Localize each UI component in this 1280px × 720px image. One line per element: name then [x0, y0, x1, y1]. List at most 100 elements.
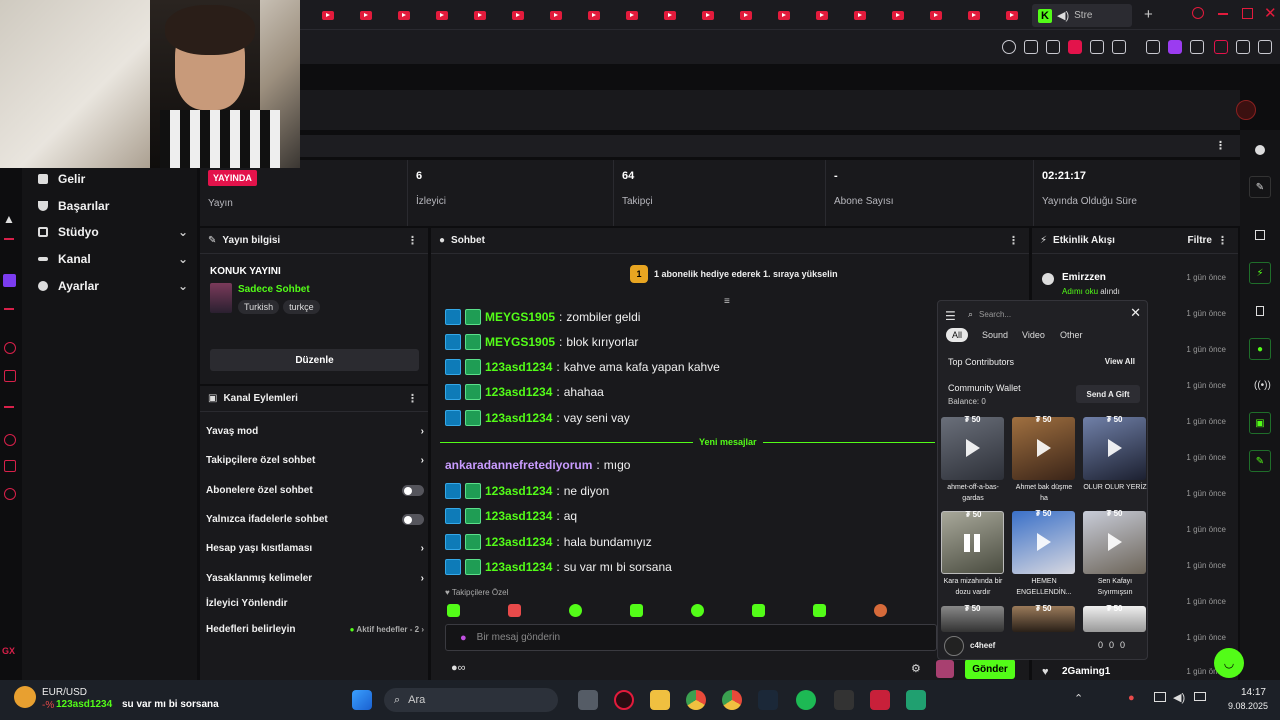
filter-all[interactable]: All	[946, 328, 969, 342]
close-icon[interactable]: ✕	[1264, 4, 1277, 22]
user-avatar[interactable]	[1236, 100, 1256, 120]
action-emote-only[interactable]: Yalnızca ifadelerle sohbet	[206, 514, 424, 525]
more-options-icon[interactable]: ⋮	[1215, 139, 1226, 152]
sidebar-item-gelir[interactable]: Gelir	[38, 172, 188, 186]
emote-icon[interactable]	[508, 604, 521, 617]
activity-username[interactable]: Emirzzen	[1062, 272, 1106, 283]
browser-tab[interactable]	[588, 7, 610, 23]
chat-username[interactable]: MEYGS1905	[485, 310, 555, 324]
pin-icon[interactable]	[1024, 40, 1038, 54]
filter-video[interactable]: Video	[1016, 328, 1051, 342]
category-link[interactable]: Sadece Sohbet	[238, 284, 310, 295]
tray-chevron-icon[interactable]: ⌃	[1074, 692, 1083, 705]
qr-icon[interactable]	[1146, 40, 1160, 54]
sound-item[interactable]: ₮ 50	[1083, 604, 1146, 632]
chat-username[interactable]: 123asd1234	[485, 385, 552, 399]
browser-tab[interactable]	[702, 7, 724, 23]
sound-item[interactable]: ₮ 50	[1083, 415, 1146, 480]
sidebar-item-basarilar[interactable]: Başarılar	[38, 199, 188, 213]
more-options-icon[interactable]: ⋮	[407, 234, 418, 247]
search-icon[interactable]	[1192, 7, 1204, 19]
sound-item[interactable]: ₮ 50	[941, 604, 1004, 632]
action-banned-words[interactable]: Yasaklanmış kelimeler ›	[206, 573, 424, 584]
spotify-icon[interactable]	[796, 690, 816, 710]
kick-shortcut-icon[interactable]: ▲	[3, 212, 15, 226]
folder-icon[interactable]	[4, 370, 16, 382]
fullscreen-icon[interactable]	[1255, 230, 1265, 240]
action-raid[interactable]: İzleyici Yönlendir	[206, 598, 424, 609]
cube-icon[interactable]	[4, 460, 16, 472]
filter-sound[interactable]: Sound	[976, 328, 1014, 342]
browser-tab[interactable]	[816, 7, 838, 23]
gx-icon[interactable]: GX	[2, 646, 15, 656]
more-options-icon[interactable]: ⋮	[407, 392, 418, 405]
video-icon[interactable]: ▣	[1249, 412, 1271, 434]
microphone-icon[interactable]: ●	[1128, 692, 1135, 704]
emote-icon[interactable]	[691, 604, 704, 617]
steam-icon[interactable]	[758, 690, 778, 710]
menu-icon[interactable]	[1258, 40, 1272, 54]
chat-username[interactable]: 123asd1234	[485, 509, 552, 523]
send-gift-button[interactable]: Send A Gift	[1076, 385, 1140, 403]
browser-tab[interactable]	[360, 7, 382, 23]
sound-item[interactable]: ₮ 50	[1012, 415, 1075, 480]
clock-date[interactable]: 9.08.2025	[1212, 701, 1268, 711]
epic-games-icon[interactable]	[834, 690, 854, 710]
support-chat-icon[interactable]: ◡	[1214, 648, 1244, 678]
taskbar-search[interactable]: ⌕ Ara	[384, 688, 558, 712]
task-view-icon[interactable]	[578, 690, 598, 710]
download-icon[interactable]	[1236, 40, 1250, 54]
browser-tab[interactable]	[474, 7, 496, 23]
microphone-icon[interactable]: ●	[460, 632, 467, 644]
chat-input[interactable]: ● Bir mesaj gönderin	[445, 624, 937, 651]
sidebar-item-ayarlar[interactable]: Ayarlar ⌄	[38, 279, 188, 293]
wrench-icon[interactable]: ✎	[1249, 450, 1271, 472]
browser-tab[interactable]	[778, 7, 800, 23]
filter-other[interactable]: Other	[1054, 328, 1089, 342]
emote-icon[interactable]	[874, 604, 887, 617]
zoom-icon[interactable]	[1002, 40, 1016, 54]
chat-username[interactable]: 123asd1234	[485, 535, 552, 549]
battery-icon[interactable]	[1194, 692, 1206, 701]
emote-icon[interactable]	[752, 604, 765, 617]
sidebar-item-studyo[interactable]: Stüdyo ⌄	[38, 225, 188, 239]
browser-tab[interactable]	[664, 7, 686, 23]
play-circle-icon[interactable]	[4, 342, 16, 354]
minimize-icon[interactable]	[1218, 13, 1228, 15]
sound-item[interactable]: ₮ 50	[941, 510, 1004, 574]
volume-icon[interactable]: ◀)	[1173, 691, 1185, 704]
chat-username[interactable]: MEYGS1905	[485, 335, 555, 349]
history-icon[interactable]	[4, 434, 16, 446]
browser-tab[interactable]	[626, 7, 648, 23]
chat-bubble-icon[interactable]: ●	[1249, 338, 1271, 360]
twitch-icon[interactable]	[3, 274, 16, 287]
shield-icon[interactable]	[1068, 40, 1082, 54]
chat-username[interactable]: 123asd1234	[485, 484, 552, 498]
subscribers-only-toggle[interactable]	[402, 485, 424, 496]
chat-username[interactable]: 123asd1234	[485, 560, 552, 574]
action-slow-mode[interactable]: Yavaş mod ›	[206, 426, 424, 437]
play-icon[interactable]	[1090, 40, 1104, 54]
browser-tab[interactable]	[892, 7, 914, 23]
opera-gx-icon[interactable]	[614, 690, 634, 710]
settings-icon[interactable]	[4, 488, 16, 500]
info-icon[interactable]	[1255, 145, 1265, 155]
browser-tab[interactable]	[1006, 7, 1028, 23]
sidebar-item-kanal[interactable]: Kanal ⌄	[38, 252, 188, 266]
app-icon[interactable]	[870, 690, 890, 710]
browser-tab[interactable]	[930, 7, 952, 23]
chat-username[interactable]: ankaradannefretediyorum	[445, 458, 592, 472]
collapse-icon[interactable]: ≡	[724, 296, 730, 307]
document-icon[interactable]	[1256, 306, 1264, 316]
new-tab-button[interactable]: +	[1144, 6, 1153, 23]
clock-time[interactable]: 14:17	[1212, 687, 1266, 698]
emote-picker-icon[interactable]	[936, 660, 954, 678]
file-explorer-icon[interactable]	[650, 690, 670, 710]
sound-item[interactable]: ₮ 50	[1012, 604, 1075, 632]
windows-start-icon[interactable]	[352, 690, 372, 710]
browser-tab[interactable]	[968, 7, 990, 23]
app-icon[interactable]	[906, 690, 926, 710]
browser-tab[interactable]	[854, 7, 876, 23]
chat-username[interactable]: 123asd1234	[485, 411, 552, 425]
heart-icon[interactable]	[1112, 40, 1126, 54]
